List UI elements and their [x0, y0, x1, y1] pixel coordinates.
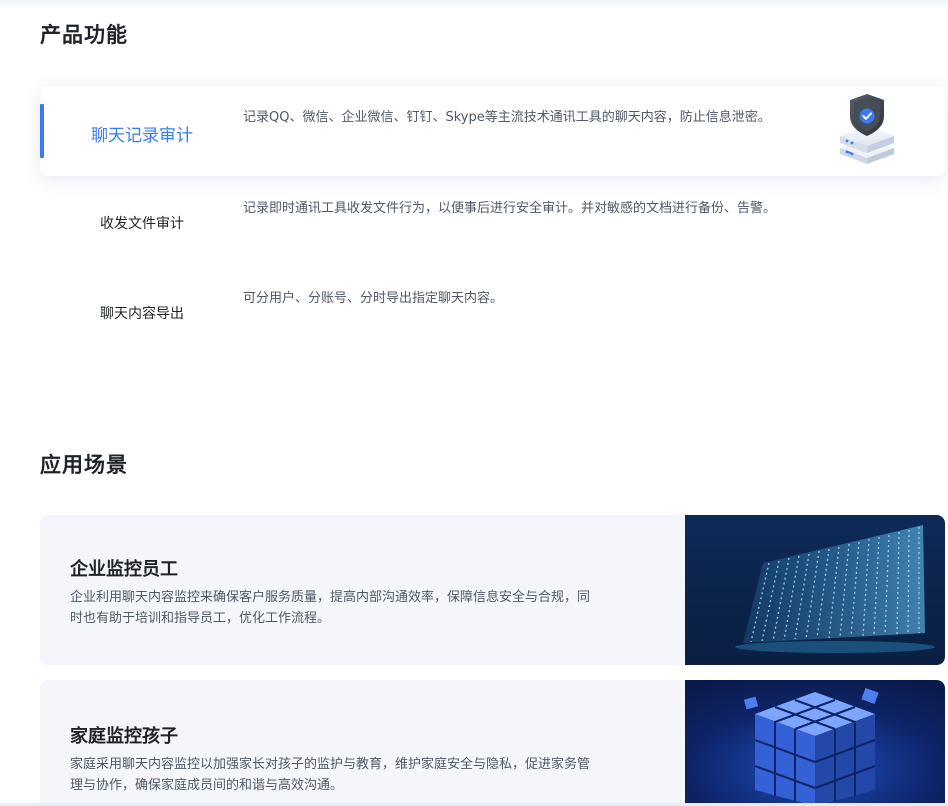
- feature-name: 聊天记录审计: [91, 126, 193, 146]
- scene-card-enterprise: 企业监控员工 企业利用聊天内容监控来确保客户服务质量，提高内部沟通效率，保障信息…: [40, 515, 945, 665]
- feature-description: 可分用户、分账号、分时导出指定聊天内容。: [243, 291, 504, 306]
- feature-name: 收发文件审计: [100, 216, 184, 232]
- feature-description: 记录即时通讯工具收发文件行为，以便事后进行安全审计。并对敏感的文档进行备份、告警…: [243, 201, 777, 216]
- feature-tab-chat-export[interactable]: 聊天内容导出 可分用户、分账号、分时导出指定聊天内容。: [40, 266, 946, 356]
- feature-name: 聊天内容导出: [100, 306, 184, 322]
- section-title-scenes: 应用场景: [40, 453, 128, 477]
- feature-description: 记录QQ、微信、企业微信、钉钉、Skype等主流技术通讯工具的聊天内容，防止信息…: [243, 110, 771, 125]
- section-title-features: 产品功能: [40, 23, 128, 47]
- data-stream-illustration: [685, 515, 945, 665]
- blue-cube-illustration: [685, 680, 945, 806]
- header-shadow: [0, 0, 948, 8]
- feature-tab-file-audit[interactable]: 收发文件审计 记录即时通讯工具收发文件行为，以便事后进行安全审计。并对敏感的文档…: [40, 176, 946, 266]
- shield-server-icon: [834, 92, 900, 168]
- scene-description: 家庭采用聊天内容监控以加强家长对孩子的监护与教育，维护家庭安全与隐私，促进家务管…: [70, 757, 591, 793]
- feature-list: 聊天记录审计 记录QQ、微信、企业微信、钉钉、Skype等主流技术通讯工具的聊天…: [40, 86, 946, 356]
- scene-title: 企业监控员工: [70, 559, 178, 580]
- scene-title: 家庭监控孩子: [70, 726, 178, 747]
- scene-card-family: 家庭监控孩子 家庭采用聊天内容监控以加强家长对孩子的监护与教育，维护家庭安全与隐…: [40, 680, 945, 806]
- feature-tab-chat-audit[interactable]: 聊天记录审计 记录QQ、微信、企业微信、钉钉、Skype等主流技术通讯工具的聊天…: [40, 86, 946, 176]
- scene-description: 企业利用聊天内容监控来确保客户服务质量，提高内部沟通效率，保障信息安全与合规，同…: [70, 590, 591, 626]
